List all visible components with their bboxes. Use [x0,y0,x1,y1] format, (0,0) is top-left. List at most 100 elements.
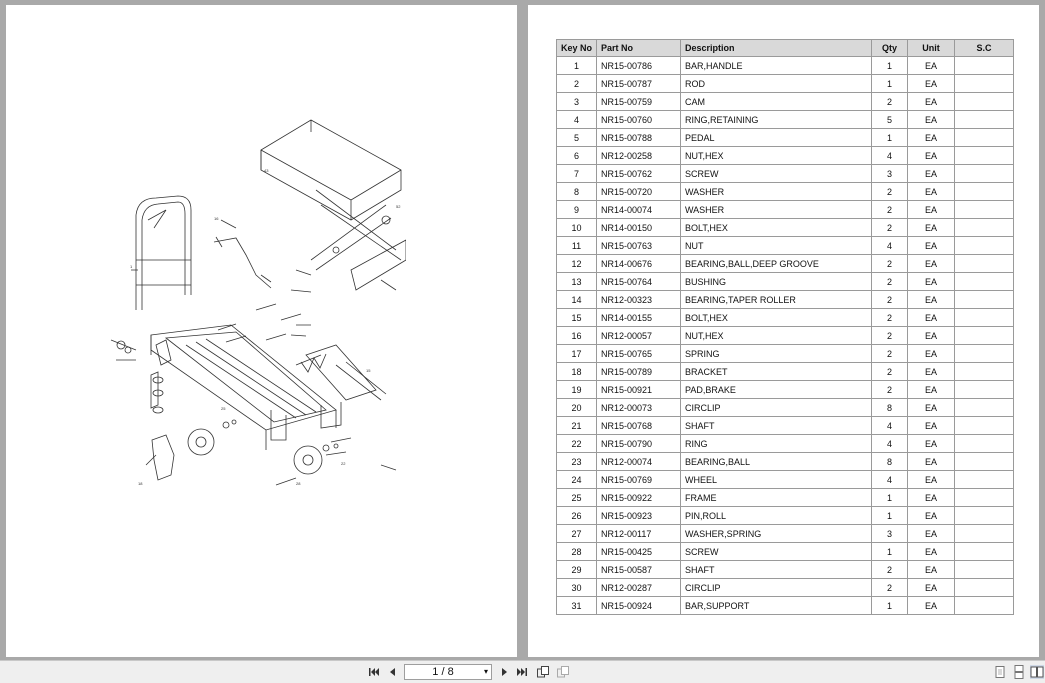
first-page-icon[interactable] [367,665,381,679]
qty-cell: 2 [871,218,909,237]
description-cell: BEARING,TAPER ROLLER [680,290,873,309]
unit-cell: EA [907,506,956,525]
table-row: 16 NR12-00057 NUT,HEX 2 EA [555,326,1015,345]
part-no-cell: NR15-00587 [596,560,682,579]
key-no-cell: 19 [555,380,598,399]
table-row: 3 NR15-00759 CAM 2 EA [555,92,1015,111]
table-row: 18 NR15-00789 BRACKET 2 EA [555,362,1015,381]
page-number-select[interactable]: 1 / 8 ▾ [404,664,492,680]
rotate-icon[interactable] [536,665,550,679]
part-no-cell: NR12-00057 [596,326,682,345]
description-cell: BEARING,BALL [680,452,873,471]
svg-text:15: 15 [366,368,371,373]
sc-cell [954,92,1015,111]
part-no-cell: NR15-00425 [596,542,682,561]
description-cell: SPRING [680,344,873,363]
table-row: 28 NR15-00425 SCREW 1 EA [555,542,1015,561]
key-no-cell: 18 [555,362,598,381]
sc-cell [954,362,1015,381]
sc-cell [954,542,1015,561]
table-row: 13 NR15-00764 BUSHING 2 EA [555,272,1015,291]
sc-cell [954,380,1015,399]
key-no-cell: 8 [555,182,598,201]
sc-cell [954,488,1015,507]
description-cell: ROD [680,74,873,93]
sc-cell [954,596,1015,615]
description-cell: SCREW [680,164,873,183]
unit-cell: EA [907,254,956,273]
viewer-toolbar: 1 / 8 ▾ [0,660,1045,683]
header-key-no: Key No [555,39,598,57]
single-page-view-icon[interactable] [993,665,1007,679]
description-cell: PEDAL [680,128,873,147]
unit-cell: EA [907,290,956,309]
part-no-cell: NR15-00764 [596,272,682,291]
key-no-cell: 2 [555,74,598,93]
key-no-cell: 15 [555,308,598,327]
key-no-cell: 23 [555,452,598,471]
unit-cell: EA [907,326,956,345]
unit-cell: EA [907,470,956,489]
sc-cell [954,56,1015,75]
table-row: 17 NR15-00765 SPRING 2 EA [555,344,1015,363]
part-no-cell: NR12-00074 [596,452,682,471]
continuous-view-icon[interactable] [1012,665,1026,679]
two-page-view-icon[interactable] [1030,665,1044,679]
header-description: Description [680,39,873,57]
last-page-icon[interactable] [515,665,529,679]
description-cell: SHAFT [680,416,873,435]
header-qty: Qty [871,39,909,57]
unit-cell: EA [907,236,956,255]
part-no-cell: NR12-00287 [596,578,682,597]
description-cell: NUT [680,236,873,255]
unit-cell: EA [907,578,956,597]
description-cell: SCREW [680,542,873,561]
part-no-cell: NR14-00676 [596,254,682,273]
table-row: 10 NR14-00150 BOLT,HEX 2 EA [555,218,1015,237]
qty-cell: 2 [871,344,909,363]
part-no-cell: NR15-00790 [596,434,682,453]
table-row: 9 NR14-00074 WASHER 2 EA [555,200,1015,219]
prev-page-icon[interactable] [386,665,400,679]
left-page: 43 52 16 1 15 18 28 22 25 [6,5,517,657]
table-row: 22 NR15-00790 RING 4 EA [555,434,1015,453]
qty-cell: 2 [871,560,909,579]
key-no-cell: 28 [555,542,598,561]
part-no-cell: NR15-00922 [596,488,682,507]
sc-cell [954,110,1015,129]
sc-cell [954,128,1015,147]
svg-text:25: 25 [221,406,226,411]
unit-cell: EA [907,128,956,147]
table-row: 5 NR15-00788 PEDAL 1 EA [555,128,1015,147]
header-unit: Unit [907,39,956,57]
fit-icon[interactable] [556,665,570,679]
header-sc: S.C [954,39,1015,57]
part-no-cell: NR15-00759 [596,92,682,111]
key-no-cell: 5 [555,128,598,147]
description-cell: PAD,BRAKE [680,380,873,399]
description-cell: BOLT,HEX [680,308,873,327]
part-no-cell: NR15-00769 [596,470,682,489]
description-cell: BOLT,HEX [680,218,873,237]
qty-cell: 4 [871,146,909,165]
qty-cell: 8 [871,452,909,471]
unit-cell: EA [907,308,956,327]
qty-cell: 4 [871,470,909,489]
next-page-icon[interactable] [497,665,511,679]
part-no-cell: NR12-00323 [596,290,682,309]
sc-cell [954,398,1015,417]
part-no-cell: NR14-00155 [596,308,682,327]
key-no-cell: 22 [555,434,598,453]
part-no-cell: NR15-00787 [596,74,682,93]
chevron-down-icon: ▾ [483,667,488,676]
table-header-row: Key No Part No Description Qty Unit S.C [555,39,1015,57]
description-cell: PIN,ROLL [680,506,873,525]
qty-cell: 2 [871,578,909,597]
key-no-cell: 25 [555,488,598,507]
sc-cell [954,470,1015,489]
description-cell: WASHER [680,200,873,219]
svg-text:22: 22 [341,461,346,466]
description-cell: RING,RETAINING [680,110,873,129]
unit-cell: EA [907,362,956,381]
key-no-cell: 12 [555,254,598,273]
